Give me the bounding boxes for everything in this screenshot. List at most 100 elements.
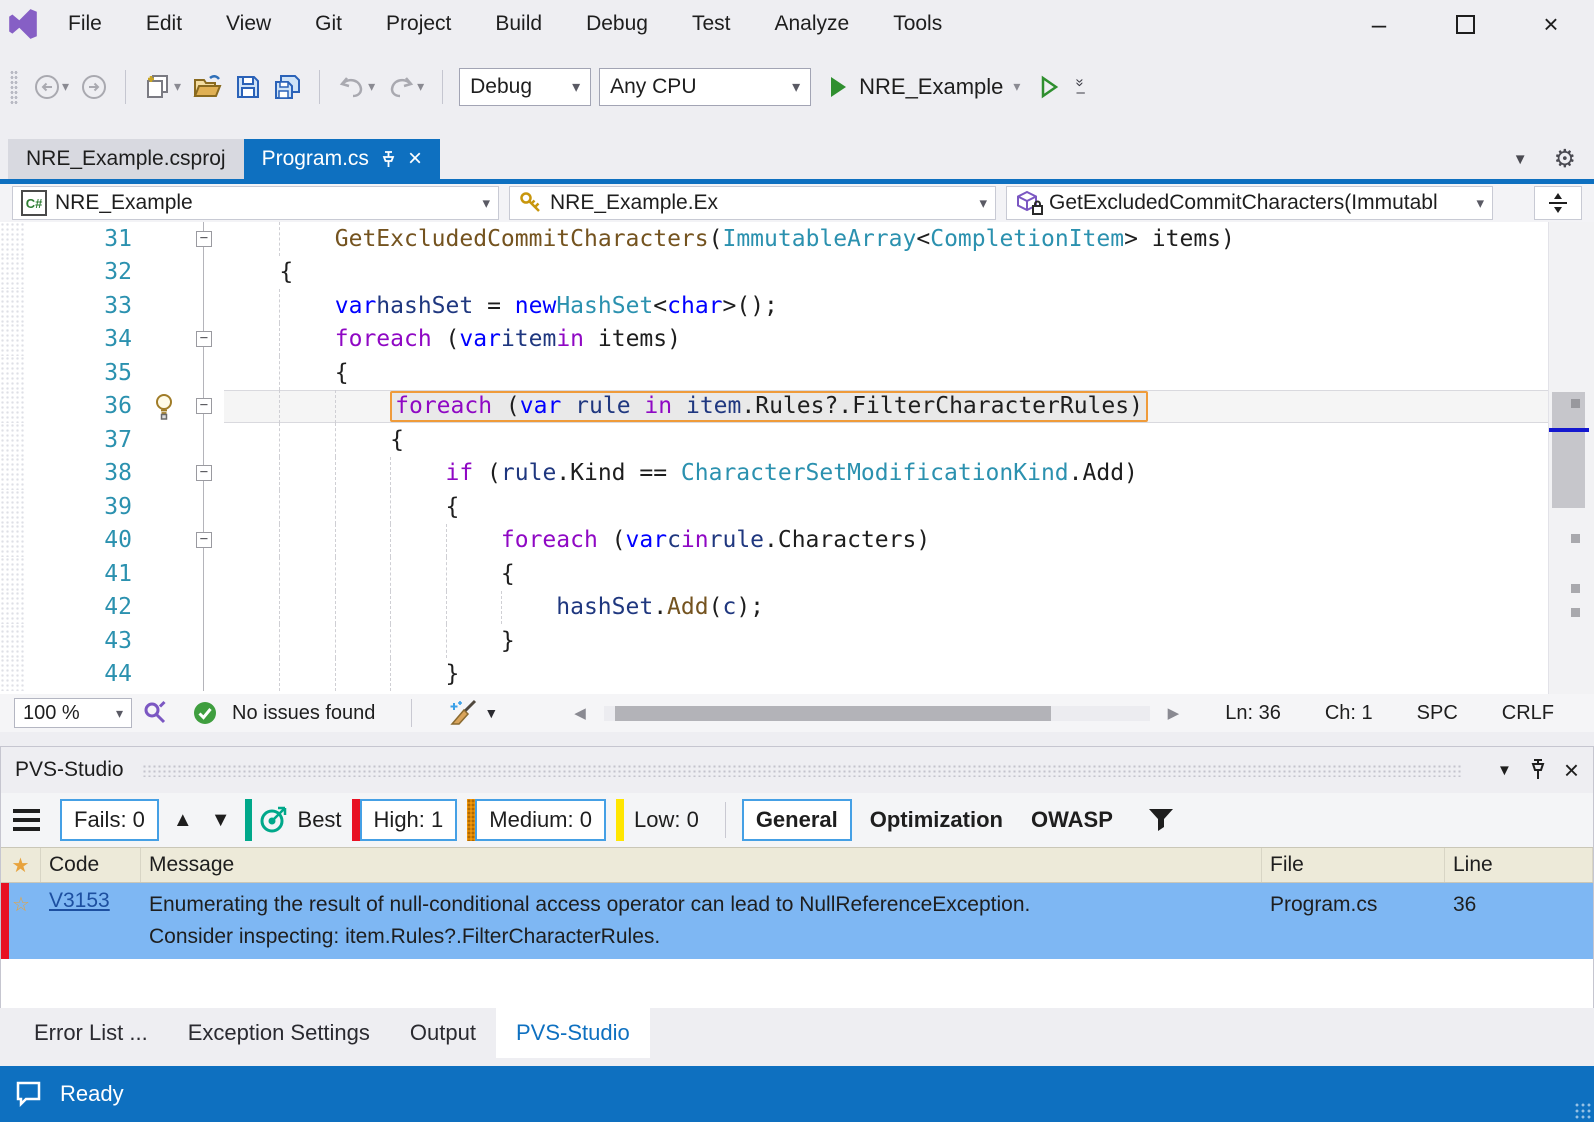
redo-button[interactable]: ▾	[385, 75, 426, 99]
code-line-42[interactable]: 42hashSet.Add(c);	[0, 591, 1548, 625]
code-text[interactable]: }	[224, 624, 1548, 658]
indicator-margin[interactable]	[0, 557, 26, 591]
editor-horizontal-scrollbar[interactable]	[604, 706, 1150, 721]
tool-tab-exception-settings[interactable]: Exception Settings	[168, 1008, 390, 1058]
code-text[interactable]: {	[224, 356, 1548, 390]
menu-item-debug[interactable]: Debug	[564, 12, 670, 36]
panel-position-dropdown-icon[interactable]: ▼	[1497, 762, 1512, 779]
indicator-margin[interactable]	[0, 490, 26, 524]
message-column-header[interactable]: Message	[141, 848, 1262, 882]
code-line-44[interactable]: 44}	[0, 658, 1548, 692]
type-dropdown[interactable]: NRE_Example.Ex ▾	[509, 186, 996, 220]
favorite-column-header[interactable]: ★	[1, 848, 41, 882]
member-dropdown[interactable]: GetExcludedCommitCharacters(Immutabl ▾	[1006, 186, 1493, 220]
column-indicator[interactable]: Ch: 1	[1325, 702, 1373, 725]
hscroll-right-arrow[interactable]: ▶	[1168, 704, 1180, 722]
solution-platform-dropdown[interactable]: Any CPU ▾	[599, 68, 811, 106]
tool-tab-error-list-[interactable]: Error List ...	[14, 1008, 168, 1058]
fold-collapse-button[interactable]: −	[196, 465, 212, 481]
pvs-menu-hamburger-icon[interactable]	[13, 809, 40, 831]
open-file-button[interactable]	[191, 74, 225, 100]
line-column-header[interactable]: Line	[1445, 848, 1593, 882]
code-text[interactable]: }	[224, 658, 1548, 692]
code-line-33[interactable]: 33var hashSet = new HashSet<char>();	[0, 289, 1548, 323]
pvs-panel-header[interactable]: PVS-Studio ▼ ×	[1, 747, 1593, 793]
fold-collapse-button[interactable]: −	[196, 398, 212, 414]
panel-pin-icon[interactable]	[1530, 758, 1546, 782]
minimize-button[interactable]: –	[1336, 0, 1422, 48]
editor-vertical-scrollbar[interactable]	[1548, 222, 1594, 694]
code-text[interactable]: var hashSet = new HashSet<char>();	[224, 289, 1548, 323]
code-text[interactable]: {	[224, 423, 1548, 457]
tab-nre-example-csproj[interactable]: NRE_Example.csproj	[8, 139, 244, 179]
code-text[interactable]: GetExcludedCommitCharacters(ImmutableArr…	[224, 222, 1548, 256]
code-text[interactable]: {	[224, 557, 1548, 591]
indicator-margin[interactable]	[0, 524, 26, 558]
scrollbar-thumb[interactable]	[1552, 392, 1585, 508]
indicator-margin[interactable]	[0, 624, 26, 658]
fold-collapse-button[interactable]: −	[196, 532, 212, 548]
menu-item-git[interactable]: Git	[293, 12, 364, 36]
issues-status-text[interactable]: No issues found	[232, 702, 375, 725]
indicator-margin[interactable]	[0, 323, 26, 357]
indicator-margin[interactable]	[0, 658, 26, 692]
menu-item-build[interactable]: Build	[473, 12, 564, 36]
previous-message-button[interactable]: ▲	[173, 809, 193, 832]
menu-item-file[interactable]: File	[46, 12, 124, 36]
code-text[interactable]: {	[224, 490, 1548, 524]
window-resize-grip[interactable]	[1574, 1102, 1592, 1120]
hscroll-thumb[interactable]	[615, 706, 1052, 721]
document-health-icon[interactable]	[142, 700, 168, 726]
indicator-margin[interactable]	[0, 289, 26, 323]
code-line-37[interactable]: 37{	[0, 423, 1548, 457]
solution-configuration-dropdown[interactable]: Debug ▾	[459, 68, 591, 106]
close-tab-icon[interactable]: ×	[408, 145, 422, 173]
indicator-margin[interactable]	[0, 457, 26, 491]
start-without-debugging-button[interactable]	[1036, 74, 1062, 100]
code-cleanup-button[interactable]: ▼	[448, 699, 498, 727]
feedback-bubble-icon[interactable]	[14, 1079, 44, 1109]
line-indicator[interactable]: Ln: 36	[1225, 702, 1281, 725]
maximize-button[interactable]	[1422, 0, 1508, 48]
pvs-group-general[interactable]: General	[742, 799, 852, 841]
active-files-dropdown-icon[interactable]: ▼	[1513, 151, 1528, 168]
pvs-low-filter-button[interactable]: Low: 0	[616, 799, 709, 841]
code-text[interactable]: hashSet.Add(c);	[224, 591, 1548, 625]
code-line-32[interactable]: 32{	[0, 256, 1548, 290]
undo-button[interactable]: ▾	[336, 75, 377, 99]
code-text[interactable]: foreach (var item in items)	[224, 323, 1548, 357]
editor-options-gear-icon[interactable]: ⚙	[1554, 144, 1576, 174]
code-line-38[interactable]: 38−if (rule.Kind == CharacterSetModifica…	[0, 457, 1548, 491]
code-line-40[interactable]: 40−foreach (var c in rule.Characters)	[0, 524, 1548, 558]
code-line-31[interactable]: 31−GetExcludedCommitCharacters(Immutable…	[0, 222, 1548, 256]
toolbar-drag-grip[interactable]	[10, 70, 18, 104]
split-window-button[interactable]	[1534, 186, 1582, 220]
pvs-medium-filter-button[interactable]: Medium: 0	[467, 799, 606, 841]
project-dropdown[interactable]: C# NRE_Example ▾	[12, 186, 499, 220]
pvs-fails-filter-button[interactable]: Fails: 0	[60, 799, 159, 841]
code-line-36[interactable]: 36−foreach (var rule in item.Rules?.Filt…	[0, 390, 1548, 424]
navigate-back-button[interactable]: ▾	[32, 74, 71, 100]
menu-item-test[interactable]: Test	[670, 12, 753, 36]
menu-item-view[interactable]: View	[204, 12, 293, 36]
code-column-header[interactable]: Code	[41, 848, 141, 882]
pvs-filter-funnel-icon[interactable]	[1147, 807, 1175, 833]
navigate-forward-button[interactable]	[79, 74, 109, 100]
file-column-header[interactable]: File	[1262, 848, 1445, 882]
panel-splitter[interactable]	[0, 732, 1594, 746]
new-project-button[interactable]: ▾	[142, 73, 183, 101]
indicator-margin[interactable]	[0, 423, 26, 457]
pvs-group-owasp[interactable]: OWASP	[1021, 807, 1123, 833]
hscroll-left-arrow[interactable]: ◀	[574, 704, 586, 722]
code-line-35[interactable]: 35{	[0, 356, 1548, 390]
menu-item-edit[interactable]: Edit	[124, 12, 204, 36]
indicator-margin[interactable]	[0, 256, 26, 290]
pvs-best-filter-button[interactable]: Best	[245, 799, 342, 841]
pvs-group-optimization[interactable]: Optimization	[860, 807, 1013, 833]
toolbar-overflow-button[interactable]: » –	[1076, 76, 1084, 98]
line-ending-indicator[interactable]: CRLF	[1502, 702, 1554, 725]
row-favorite-star[interactable]: ☆	[1, 889, 41, 917]
indicator-margin[interactable]	[0, 356, 26, 390]
next-message-button[interactable]: ▼	[211, 809, 231, 832]
spaces-indicator[interactable]: SPC	[1417, 702, 1458, 725]
